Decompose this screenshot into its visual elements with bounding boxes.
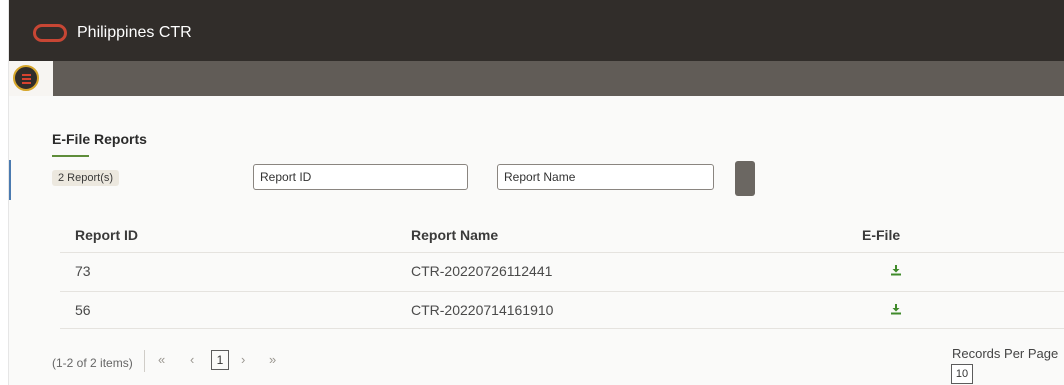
- download-icon[interactable]: [890, 303, 902, 315]
- page-title: E-File Reports: [52, 131, 147, 147]
- row-divider: [60, 252, 1064, 253]
- pagination-summary: (1-2 of 2 items): [52, 356, 133, 370]
- current-page[interactable]: 1: [211, 350, 229, 370]
- report-count-badge: 2 Report(s): [52, 170, 120, 186]
- column-header-report-name: Report Name: [411, 227, 499, 243]
- cell-report-name: CTR-20220726112441: [411, 263, 553, 279]
- sidebar-accent: [9, 160, 11, 200]
- column-header-report-id: Report ID: [75, 227, 138, 243]
- report-id-input[interactable]: [253, 164, 468, 190]
- records-per-page-select[interactable]: 10: [951, 364, 973, 384]
- cell-report-name: CTR-20220714161910: [411, 302, 554, 318]
- left-edge: [0, 0, 9, 385]
- main-content: [9, 96, 1064, 385]
- records-per-page-label: Records Per Page: [952, 346, 1059, 361]
- oracle-logo-icon: [33, 24, 67, 42]
- report-name-input[interactable]: [497, 164, 714, 190]
- first-page-button[interactable]: «: [158, 352, 165, 367]
- last-page-button[interactable]: »: [269, 352, 276, 367]
- app-title: Philippines CTR: [77, 24, 192, 41]
- search-button[interactable]: [735, 161, 755, 196]
- cell-report-id: 56: [75, 302, 91, 318]
- sub-navigation-bar: [9, 61, 1064, 96]
- title-underline: [52, 155, 89, 157]
- pagination-divider: [144, 350, 145, 372]
- previous-page-button[interactable]: ‹: [190, 352, 194, 367]
- column-header-efile: E-File: [862, 227, 901, 243]
- cell-report-id: 73: [75, 263, 91, 279]
- menu-icon[interactable]: [13, 65, 39, 91]
- next-page-button[interactable]: ›: [241, 352, 245, 367]
- row-divider: [60, 328, 1064, 329]
- app-header: Philippines CTR: [9, 0, 1064, 61]
- download-icon[interactable]: [890, 264, 902, 276]
- row-divider: [60, 291, 1064, 292]
